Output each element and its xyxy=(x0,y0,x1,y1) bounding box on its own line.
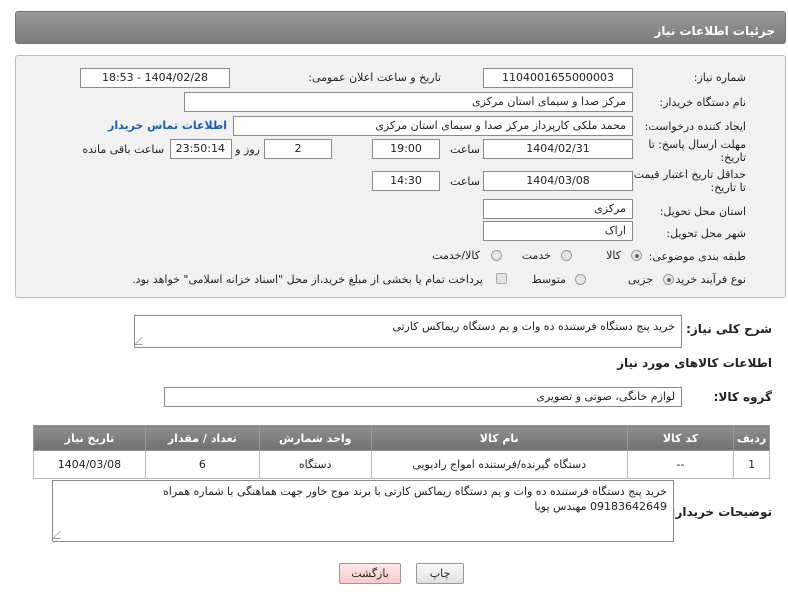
col-code: کد کالا xyxy=(626,425,735,451)
price-validity-time-label: ساعت xyxy=(450,175,480,188)
treasury-bond-checkbox[interactable] xyxy=(496,273,507,284)
resize-handle-icon[interactable] xyxy=(53,531,68,539)
category-label: طبقه بندی موضوعی: xyxy=(648,250,746,263)
remaining-time-field[interactable]: 23:50:14 xyxy=(170,139,232,159)
buyer-org-field[interactable]: مرکز صدا و سیمای استان مرکزی xyxy=(184,92,633,112)
price-validity-time-field[interactable]: 14:30 xyxy=(372,171,440,191)
price-validity-label-1: حداقل تاریخ اعتبار قیمت: xyxy=(630,168,746,181)
description-label: شرح کلی نیاز: xyxy=(686,322,772,336)
col-quantity: تعداد / مقدار xyxy=(144,425,260,451)
reply-deadline-label-1: مهلت ارسال پاسخ: تا xyxy=(648,138,746,151)
reply-time-label: ساعت xyxy=(450,143,480,156)
category-goods-label: کالا xyxy=(606,249,621,262)
resize-handle-icon[interactable] xyxy=(135,337,150,345)
city-label: شهر محل تحویل: xyxy=(666,227,746,240)
buyer-notes-textarea[interactable]: خرید پنج دستگاه فرستنده ده وات و یم دستگ… xyxy=(52,480,674,542)
purchase-medium-label: متوسط xyxy=(531,273,566,286)
print-button[interactable]: چاپ xyxy=(416,563,464,584)
days-label: روز و xyxy=(235,143,260,156)
announce-date-label: تاریخ و ساعت اعلان عمومی: xyxy=(308,71,441,84)
province-label: استان محل تحویل: xyxy=(659,205,746,218)
province-field[interactable]: مرکزی xyxy=(483,199,633,219)
need-number-field[interactable]: 1104001655000003 xyxy=(483,68,633,88)
goods-table: ردیف کد کالا نام کالا واحد شمارش تعداد /… xyxy=(33,425,770,479)
col-row: ردیف xyxy=(733,425,770,451)
cell-code: -- xyxy=(626,450,735,479)
reply-deadline-date-field[interactable]: 1404/02/31 xyxy=(483,139,633,159)
goods-group-label: گروه کالا: xyxy=(713,390,772,404)
reply-deadline-time-field[interactable]: 19:00 xyxy=(372,139,440,159)
category-goods-service-radio[interactable] xyxy=(491,250,502,261)
col-unit: واحد شمارش xyxy=(258,425,372,451)
purchase-minor-radio[interactable] xyxy=(663,274,674,285)
buyer-org-label: نام دستگاه خریدار: xyxy=(659,96,746,109)
col-need-date: تاریخ نیاز xyxy=(33,425,146,451)
goods-table-header: ردیف کد کالا نام کالا واحد شمارش تعداد /… xyxy=(33,425,770,451)
price-validity-label-2: تا تاریخ: xyxy=(710,181,746,194)
purchase-minor-label: جزیی xyxy=(627,273,653,286)
category-goods-service-label: کالا/خدمت xyxy=(432,249,480,262)
category-service-label: خدمت xyxy=(521,249,551,262)
remaining-days-field[interactable]: 2 xyxy=(264,139,332,159)
cell-need-date: 1404/03/08 xyxy=(33,450,146,479)
purchase-medium-radio[interactable] xyxy=(575,274,586,285)
requester-field[interactable]: محمد ملکی کارپرداز مرکز صدا و سیمای استا… xyxy=(233,116,633,136)
cell-unit: دستگاه xyxy=(258,450,372,479)
reply-deadline-label-2: تاریخ: xyxy=(720,151,746,164)
announce-date-field[interactable]: 1404/02/28 - 18:53 xyxy=(80,68,230,88)
goods-group-field[interactable]: لوازم خانگی، صوتی و تصویری xyxy=(164,387,682,407)
remaining-time-label: ساعت باقی مانده xyxy=(82,143,164,156)
col-name: نام کالا xyxy=(370,425,628,451)
purchase-type-label: نوع فرآیند خرید : xyxy=(668,273,746,286)
city-field[interactable]: اراک xyxy=(483,221,633,241)
back-button[interactable]: بازگشت xyxy=(339,563,401,584)
goods-section-title: اطلاعات کالاهای مورد نیاز xyxy=(617,356,772,370)
buyer-notes-label: توضیحات خریدار: xyxy=(670,505,772,519)
price-validity-date-field[interactable]: 1404/03/08 xyxy=(483,171,633,191)
page-header: جزئیات اطلاعات نیاز xyxy=(15,11,786,44)
description-text: خرید پنج دستگاه فرستنده ده وات و یم دستگ… xyxy=(392,320,675,333)
table-row[interactable]: 1 -- دستگاه گیرنده/فرستنده امواج رادیویی… xyxy=(33,450,770,479)
description-textarea[interactable]: خرید پنج دستگاه فرستنده ده وات و یم دستگ… xyxy=(134,315,682,348)
category-goods-radio[interactable] xyxy=(631,250,642,261)
buyer-contact-link[interactable]: اطلاعات تماس خریدار xyxy=(108,119,227,132)
page-title: جزئیات اطلاعات نیاز xyxy=(654,24,775,38)
cell-row: 1 xyxy=(733,450,770,479)
requester-label: ایجاد کننده درخواست: xyxy=(644,120,746,133)
buyer-notes-line-2: 09183642649 مهندس پویا xyxy=(534,500,667,513)
cell-quantity: 6 xyxy=(144,450,260,479)
buyer-notes-line-1: خرید پنج دستگاه فرستنده ده وات و یم دستگ… xyxy=(163,485,667,498)
need-number-label: شماره نیاز: xyxy=(693,71,746,84)
treasury-bond-note: پرداخت تمام یا بخشی از مبلغ خرید،از محل … xyxy=(132,273,483,286)
category-service-radio[interactable] xyxy=(561,250,572,261)
cell-name: دستگاه گیرنده/فرستنده امواج رادیویی xyxy=(370,450,628,479)
